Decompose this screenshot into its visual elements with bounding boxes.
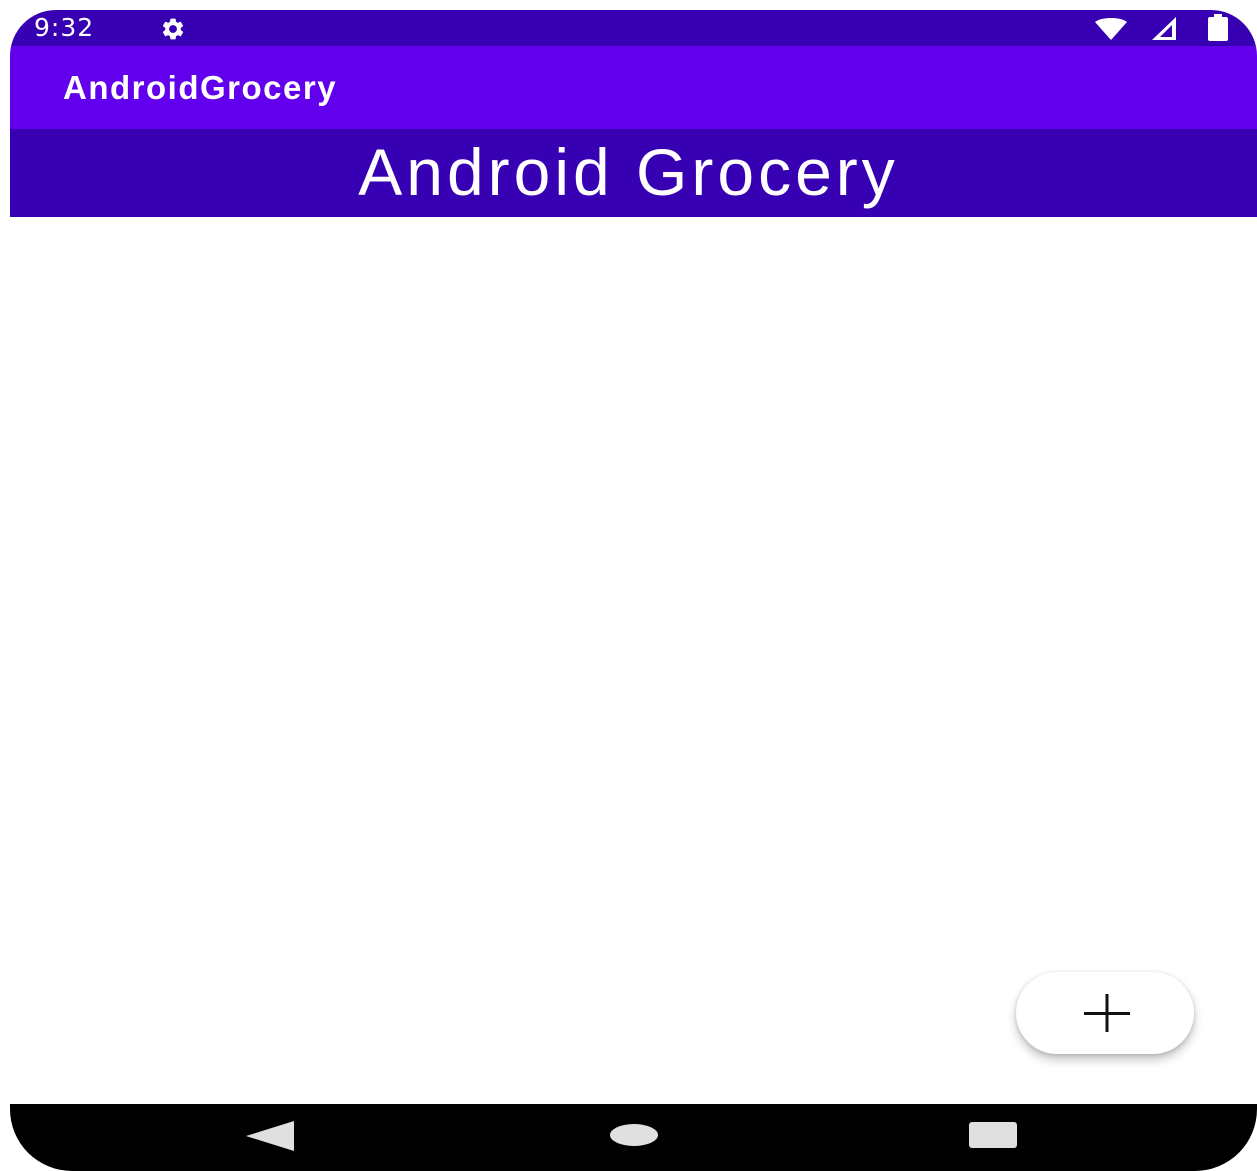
navigation-bar xyxy=(10,1104,1257,1171)
device-screen: 9:32 AndroidGrocery Android Grocery xyxy=(10,10,1257,1171)
wifi-icon xyxy=(1095,18,1127,40)
battery-icon xyxy=(1208,14,1228,41)
home-icon[interactable] xyxy=(610,1124,658,1146)
app-bar: AndroidGrocery xyxy=(10,46,1257,129)
add-item-button[interactable] xyxy=(1016,972,1194,1054)
app-bar-title: AndroidGrocery xyxy=(63,69,338,106)
recents-icon[interactable] xyxy=(969,1122,1017,1148)
status-time: 9:32 xyxy=(34,13,95,42)
header-title: Android Grocery xyxy=(358,135,899,209)
settings-icon xyxy=(162,18,184,40)
status-bar: 9:32 xyxy=(10,10,1257,46)
grocery-list xyxy=(10,217,1257,1104)
signal-icon xyxy=(1152,17,1176,40)
plus-icon xyxy=(1084,994,1130,1032)
back-icon[interactable] xyxy=(246,1121,294,1151)
header-banner: Android Grocery xyxy=(10,129,1257,217)
